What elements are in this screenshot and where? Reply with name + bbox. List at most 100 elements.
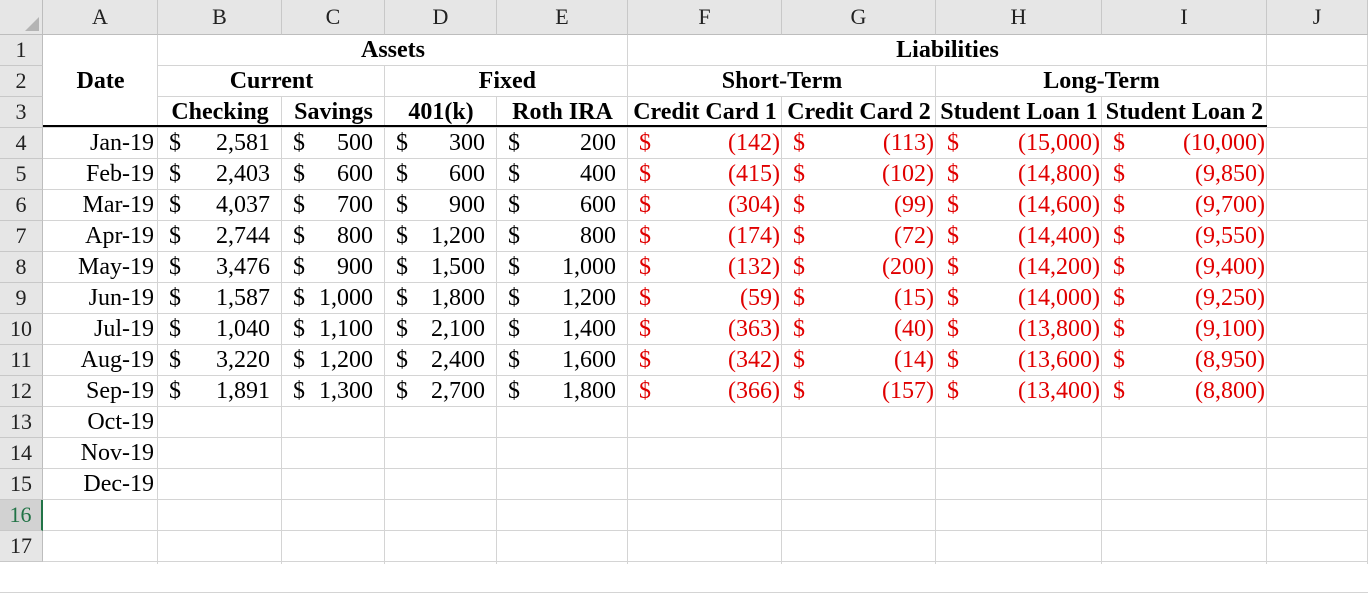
row-header-6[interactable]: 6 (0, 190, 43, 221)
amount-cell: 2,581 (216, 130, 270, 156)
amount-cell: (9,100) (1195, 316, 1265, 342)
gridline-h (0, 499, 1368, 500)
liabilities-header: Liabilities (896, 37, 999, 63)
row-header-8[interactable]: 8 (0, 252, 43, 283)
select-all-corner[interactable] (0, 0, 43, 35)
row-header-3[interactable]: 3 (0, 97, 43, 128)
header-bottom-border (43, 125, 1267, 127)
amount-cell: (14,400) (1018, 223, 1100, 249)
amount-cell: (59) (740, 285, 780, 311)
column-header-a[interactable]: A (43, 0, 158, 35)
amount-cell: 1,000 (319, 285, 373, 311)
date-cell: Dec-19 (83, 471, 154, 497)
column-header-b[interactable]: B (158, 0, 282, 35)
amount-cell: 400 (580, 161, 616, 187)
subheader-cc2: Credit Card 2 (787, 99, 931, 125)
amount-cell: 1,000 (562, 254, 616, 280)
amount-cell: (14) (894, 347, 934, 373)
date-cell: Jun-19 (88, 285, 154, 311)
row-header-12[interactable]: 12 (0, 376, 43, 407)
amount-cell: 600 (580, 192, 616, 218)
row-header-14[interactable]: 14 (0, 438, 43, 469)
amount-cell: 1,400 (562, 316, 616, 342)
amount-cell: 1,587 (216, 285, 270, 311)
subheader-sl1: Student Loan 1 (940, 99, 1098, 125)
row-header-7[interactable]: 7 (0, 221, 43, 252)
amount-cell: (14,200) (1018, 254, 1100, 280)
spreadsheet-grid[interactable]: A B C D E F G H I J 1 2 3 4 5 6 7 8 9 10 11 12 13 14 15 16 17 Asset… (0, 0, 1368, 593)
row-header-9[interactable]: 9 (0, 283, 43, 314)
column-header-j[interactable]: J (1267, 0, 1368, 35)
amount-cell: 2,100 (431, 316, 485, 342)
fixed-header: Fixed (478, 68, 536, 94)
amount-cell: (72) (894, 223, 934, 249)
amount-cell: (13,600) (1018, 347, 1100, 373)
amount-cell: 200 (580, 130, 616, 156)
amount-cell: (9,250) (1195, 285, 1265, 311)
row-header-10[interactable]: 10 (0, 314, 43, 345)
row-header-13[interactable]: 13 (0, 407, 43, 438)
date-cell: Aug-19 (80, 347, 154, 373)
amount-cell: 700 (337, 192, 373, 218)
amount-cell: 4,037 (216, 192, 270, 218)
date-cell: Sep-19 (86, 378, 154, 404)
amount-cell: (14,800) (1018, 161, 1100, 187)
select-all-triangle (25, 17, 39, 31)
row-header-15[interactable]: 15 (0, 469, 43, 500)
date-cell: Jul-19 (94, 316, 154, 342)
row-header-16[interactable]: 16 (0, 500, 43, 531)
amount-cell: (9,400) (1195, 254, 1265, 280)
date-header: Date (76, 68, 125, 94)
amount-cell: 600 (337, 161, 373, 187)
row-header-11[interactable]: 11 (0, 345, 43, 376)
row-header-5[interactable]: 5 (0, 159, 43, 190)
amount-cell: 900 (449, 192, 485, 218)
amount-cell: 3,220 (216, 347, 270, 373)
amount-cell: 1,800 (562, 378, 616, 404)
amount-cell: (99) (894, 192, 934, 218)
amount-cell: 1,100 (319, 316, 373, 342)
amount-cell: 1,200 (431, 223, 485, 249)
amount-cell: (9,700) (1195, 192, 1265, 218)
amount-cell: 300 (449, 130, 485, 156)
amount-cell: 1,040 (216, 316, 270, 342)
amount-cell: (415) (728, 161, 780, 187)
subheader-k401: 401(k) (408, 99, 474, 125)
column-header-d[interactable]: D (385, 0, 497, 35)
column-header-i[interactable]: I (1102, 0, 1267, 35)
amount-cell: 2,744 (216, 223, 270, 249)
column-header-h[interactable]: H (936, 0, 1102, 35)
amount-cell: 1,200 (319, 347, 373, 373)
amount-cell: 900 (337, 254, 373, 280)
row-header-4[interactable]: 4 (0, 128, 43, 159)
amount-cell: (113) (882, 130, 934, 156)
amount-cell: (363) (728, 316, 780, 342)
amount-cell: (157) (882, 378, 934, 404)
long-term-header: Long-Term (1043, 68, 1160, 94)
date-cell: Apr-19 (85, 223, 154, 249)
amount-cell: 800 (337, 223, 373, 249)
amount-cell: 1,300 (319, 378, 373, 404)
amount-cell: 2,400 (431, 347, 485, 373)
amount-cell: (342) (728, 347, 780, 373)
column-header-g[interactable]: G (782, 0, 936, 35)
amount-cell: (142) (728, 130, 780, 156)
row-header-17[interactable]: 17 (0, 531, 43, 562)
date-cell: Nov-19 (80, 440, 154, 466)
row-header-1[interactable]: 1 (0, 35, 43, 66)
date-cell: May-19 (78, 254, 154, 280)
subheader-cc1: Credit Card 1 (633, 99, 777, 125)
column-header-e[interactable]: E (497, 0, 628, 35)
amount-cell: 500 (337, 130, 373, 156)
amount-cell: (15) (894, 285, 934, 311)
amount-cell: (200) (882, 254, 934, 280)
amount-cell: (14,000) (1018, 285, 1100, 311)
row-header-2[interactable]: 2 (0, 66, 43, 97)
column-header-f[interactable]: F (628, 0, 782, 35)
date-cell: Oct-19 (87, 409, 154, 435)
amount-cell: (13,800) (1018, 316, 1100, 342)
column-header-c[interactable]: C (282, 0, 385, 35)
amount-cell: 1,891 (216, 378, 270, 404)
subheader-roth: Roth IRA (512, 99, 613, 125)
amount-cell: 2,403 (216, 161, 270, 187)
